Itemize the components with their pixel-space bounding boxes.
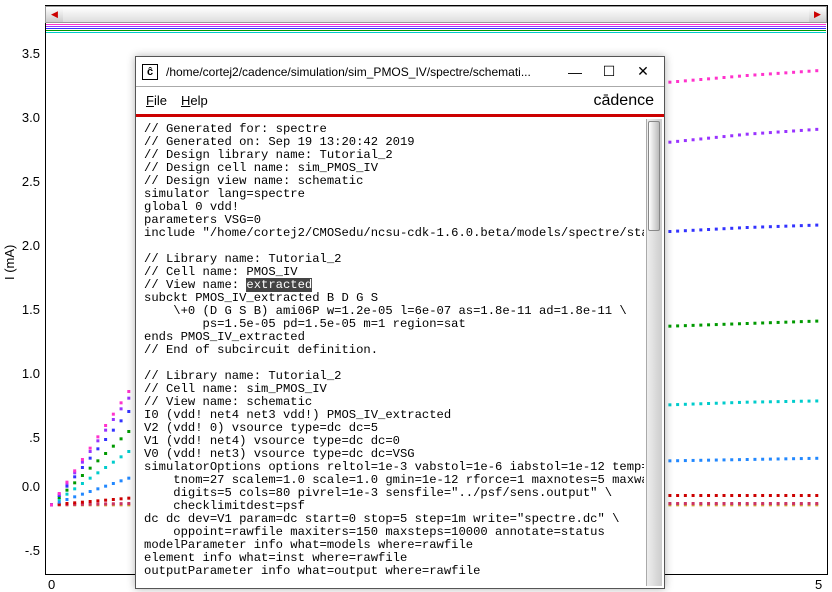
horizontal-scrollbar[interactable]: ◀ ▶ — [45, 6, 827, 23]
y-tick: 3.0 — [12, 110, 40, 125]
netlist-text[interactable]: // Generated for: spectre// Generated on… — [138, 119, 644, 586]
trace-overview — [46, 24, 826, 34]
y-tick: 1.5 — [12, 302, 40, 317]
y-tick: 0.0 — [12, 479, 40, 494]
close-button[interactable]: ✕ — [628, 62, 658, 82]
minimize-button[interactable]: — — [560, 62, 590, 82]
y-tick: .5 — [12, 430, 40, 445]
menu-file[interactable]: File — [146, 93, 167, 108]
vertical-scrollbar[interactable] — [646, 119, 662, 586]
cadence-brand: cādence — [594, 92, 655, 110]
y-tick: 3.5 — [12, 46, 40, 61]
window-title: /home/cortej2/cadence/simulation/sim_PMO… — [166, 65, 556, 79]
scrollbar-thumb[interactable] — [648, 121, 660, 231]
y-tick: 2.0 — [12, 238, 40, 253]
x-tick: 5 — [815, 577, 822, 592]
netlist-window: ĉ /home/cortej2/cadence/simulation/sim_P… — [135, 56, 665, 589]
x-tick: 0 — [48, 577, 55, 592]
y-tick: 2.5 — [12, 174, 40, 189]
scroll-right-button[interactable]: ▶ — [809, 7, 826, 22]
titlebar[interactable]: ĉ /home/cortej2/cadence/simulation/sim_P… — [136, 57, 664, 87]
menu-help[interactable]: Help — [181, 93, 208, 108]
maximize-button[interactable]: ☐ — [594, 62, 624, 82]
y-tick: 1.0 — [12, 366, 40, 381]
content-area: // Generated for: spectre// Generated on… — [136, 117, 664, 588]
menubar: File Help cādence — [136, 87, 664, 117]
scroll-track[interactable] — [63, 7, 809, 22]
y-tick: -.5 — [12, 543, 40, 558]
scroll-left-button[interactable]: ◀ — [46, 7, 63, 22]
app-icon: ĉ — [142, 64, 158, 80]
